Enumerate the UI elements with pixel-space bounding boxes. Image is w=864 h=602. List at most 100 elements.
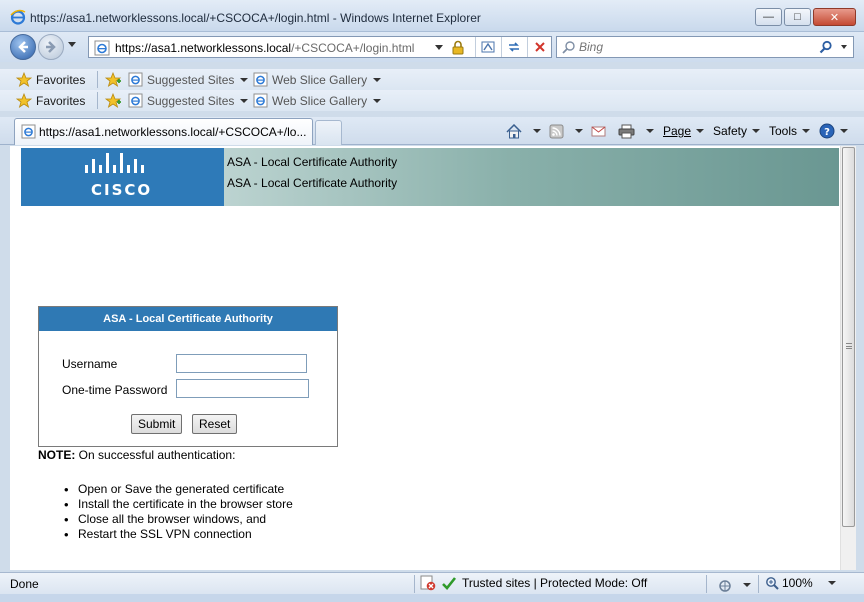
search-box[interactable]	[556, 36, 854, 58]
address-dropdown[interactable]	[435, 45, 443, 50]
add-favorites-star-icon	[105, 93, 122, 108]
login-form-header: ASA - Local Certificate Authority	[39, 307, 337, 331]
chevron-down-icon	[373, 98, 382, 103]
status-text: Done	[10, 577, 39, 591]
url-path: /+CSCOCA+/login.html	[291, 41, 415, 55]
home-icon	[506, 123, 522, 138]
scrollbar-thumb[interactable]	[842, 147, 855, 527]
zoom-control[interactable]: 100%	[765, 576, 836, 590]
favorites-button[interactable]: Favorites	[16, 92, 85, 109]
rss-feed-icon	[549, 124, 564, 138]
instruction-list: Open or Save the generated certificate I…	[64, 482, 293, 542]
status-separator	[414, 575, 415, 593]
chevron-down-icon[interactable]	[533, 129, 541, 133]
username-label: Username	[62, 357, 118, 371]
help-button[interactable]: ?	[819, 122, 848, 140]
search-button-icon[interactable]	[819, 40, 833, 54]
scrollbar-grip-icon	[846, 343, 852, 349]
home-button[interactable]	[506, 122, 541, 140]
back-button[interactable]	[10, 34, 36, 60]
print-button[interactable]	[618, 122, 654, 140]
protected-settings-button[interactable]	[718, 576, 751, 594]
favorites-star-icon	[16, 93, 32, 108]
printer-icon	[618, 124, 635, 138]
tab-label: https://asa1.networklessons.local/+CSCOC…	[39, 125, 307, 139]
svg-text:?: ?	[824, 127, 830, 138]
chevron-down-icon	[840, 129, 848, 133]
new-tab-button[interactable]	[315, 120, 342, 145]
username-input[interactable]	[176, 354, 307, 373]
chevron-down-icon	[802, 129, 811, 133]
chevron-down-icon[interactable]	[646, 129, 654, 133]
note-text: NOTE: On successful authentication:	[38, 448, 235, 462]
favorites-label: Favorites	[36, 93, 86, 108]
add-to-favorites-button[interactable]	[105, 92, 122, 109]
url-text[interactable]: https://asa1.networklessons.local/+CSCOC…	[115, 41, 414, 55]
reset-button[interactable]: Reset	[192, 414, 238, 434]
window-frame-bottom	[0, 594, 864, 602]
list-item: Open or Save the generated certificate	[64, 482, 293, 497]
recent-pages-dropdown[interactable]	[68, 42, 76, 47]
stop-icon	[534, 42, 545, 52]
navigation-bar: https://asa1.networklessons.local/+CSCOC…	[0, 32, 864, 62]
security-zone-label: Trusted sites | Protected Mode: Off	[462, 576, 648, 590]
bing-search-icon	[562, 41, 575, 54]
otp-input[interactable]	[176, 379, 309, 398]
search-provider-dropdown[interactable]	[841, 45, 847, 49]
chevron-down-icon	[743, 583, 751, 587]
url-host: https://asa1.networklessons.local	[115, 41, 292, 55]
compatibility-view-button[interactable]	[475, 37, 499, 57]
tools-menu[interactable]: Tools	[769, 122, 811, 140]
add-to-favorites-button[interactable]	[105, 71, 122, 88]
chevron-down-icon	[373, 77, 382, 82]
minimize-button[interactable]: —	[755, 8, 782, 26]
lock-icon[interactable]	[451, 40, 465, 55]
web-slice-gallery-label: Web Slice Gallery	[272, 72, 368, 87]
submit-button[interactable]: Submit	[131, 414, 183, 434]
read-mail-button[interactable]	[591, 122, 606, 140]
suggested-sites-label: Suggested Sites	[147, 72, 235, 87]
web-slice-icon	[253, 93, 268, 108]
safety-menu[interactable]: Safety	[713, 122, 761, 140]
login-form: ASA - Local Certificate Authority Userna…	[38, 306, 338, 447]
chevron-down-icon	[696, 129, 705, 133]
security-zone[interactable]: Trusted sites | Protected Mode: Off	[420, 575, 647, 591]
favorites-label: Favorites	[36, 72, 86, 87]
address-bar[interactable]: https://asa1.networklessons.local/+CSCOC…	[88, 36, 552, 58]
trusted-checkmark-icon	[442, 576, 457, 590]
blocked-content-icon	[420, 575, 436, 591]
page-menu[interactable]: Page	[663, 122, 705, 140]
web-slice-gallery-link[interactable]: Web Slice Gallery	[253, 92, 382, 109]
status-separator	[758, 575, 759, 593]
favorites-bar: Favorites Suggested Sites Web Slice Gall…	[0, 69, 864, 90]
safety-menu-label: Safety	[713, 124, 748, 138]
globe-settings-icon	[719, 579, 731, 592]
tab-current-page[interactable]: https://asa1.networklessons.local/+CSCOC…	[14, 118, 313, 145]
chevron-down-icon[interactable]	[575, 129, 583, 133]
close-button[interactable]: ✕	[813, 8, 856, 26]
list-item: Install the certificate in the browser s…	[64, 497, 293, 512]
stop-button[interactable]	[527, 37, 551, 57]
chevron-down-icon	[752, 129, 761, 133]
suggested-sites-link[interactable]: Suggested Sites	[128, 92, 249, 109]
list-item: Close all the browser windows, and	[64, 512, 293, 527]
add-favorites-star-icon	[105, 72, 122, 87]
feeds-button[interactable]	[549, 122, 583, 140]
page-ie-icon	[94, 40, 110, 56]
suggested-sites-icon	[128, 93, 143, 108]
forward-button[interactable]	[38, 34, 64, 60]
refresh-icon	[508, 42, 519, 52]
tab-and-command-bar: https://asa1.networklessons.local/+CSCOC…	[0, 117, 864, 145]
refresh-button[interactable]	[501, 37, 525, 57]
vertical-scrollbar[interactable]	[840, 146, 856, 570]
chevron-down-icon	[240, 77, 249, 82]
title-bar: https://asa1.networklessons.local/+CSCOC…	[0, 0, 864, 32]
compatibility-icon	[481, 41, 494, 53]
favorites-button[interactable]: Favorites	[16, 71, 85, 88]
maximize-button[interactable]: □	[784, 8, 811, 26]
tools-menu-label: Tools	[769, 124, 798, 138]
search-input[interactable]	[579, 39, 809, 55]
suggested-sites-link[interactable]: Suggested Sites	[128, 71, 249, 88]
mail-icon	[591, 126, 606, 136]
web-slice-gallery-link[interactable]: Web Slice Gallery	[253, 71, 382, 88]
